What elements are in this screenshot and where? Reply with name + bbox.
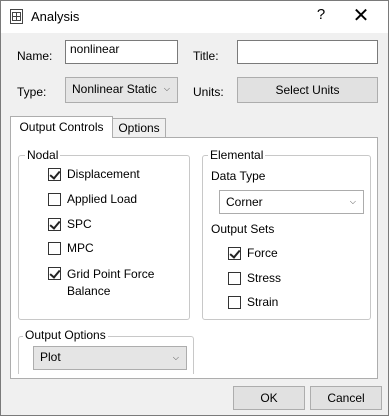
title-label: Title:	[193, 49, 219, 63]
tab-output-controls[interactable]: Output Controls	[10, 116, 113, 138]
chevron-down-icon: ⌵	[163, 84, 170, 93]
ok-button[interactable]: OK	[233, 386, 305, 410]
chevron-down-icon: ⌵	[172, 353, 179, 362]
spc-checkbox[interactable]	[48, 218, 61, 231]
tab-options[interactable]: Options	[112, 118, 166, 138]
cancel-button[interactable]: Cancel	[310, 386, 382, 410]
stress-label: Stress	[247, 271, 282, 285]
window-title: Analysis	[31, 9, 80, 24]
force-checkbox[interactable]	[228, 247, 241, 260]
output-options-value: Plot	[40, 350, 61, 364]
grid-point-force-balance-checkbox[interactable]	[48, 267, 61, 280]
stress-checkbox[interactable]	[228, 272, 241, 285]
mpc-label: MPC	[67, 241, 94, 255]
displacement-checkbox[interactable]	[48, 168, 61, 181]
elemental-legend: Elemental	[208, 148, 266, 162]
strain-label: Strain	[247, 295, 279, 309]
spc-label: SPC	[67, 217, 92, 231]
table-grid-icon	[10, 9, 23, 24]
type-dropdown-value: Nonlinear Static	[72, 82, 157, 96]
title-bar: Analysis ? ✕	[1, 1, 388, 33]
data-type-label: Data Type	[211, 169, 266, 183]
output-options-legend: Output Options	[23, 328, 108, 342]
type-label: Type:	[17, 85, 47, 99]
chevron-down-icon: ⌵	[349, 197, 356, 206]
strain-checkbox[interactable]	[228, 296, 241, 309]
output-controls-panel: Nodal Displacement Applied Load SPC MPC …	[10, 137, 378, 379]
nodal-legend: Nodal	[25, 148, 61, 162]
units-label: Units:	[193, 85, 224, 99]
close-button[interactable]: ✕	[349, 5, 373, 27]
grid-point-force-balance-label: Grid Point Force Balance	[67, 267, 155, 298]
data-type-dropdown[interactable]: Corner ⌵	[219, 190, 364, 214]
force-label: Force	[247, 246, 278, 260]
applied-load-label: Applied Load	[67, 192, 138, 206]
output-sets-label: Output Sets	[211, 222, 275, 236]
name-label: Name:	[17, 49, 53, 63]
analysis-dialog: Analysis ? ✕ Name: nonlinear Title: Type…	[0, 0, 389, 416]
type-dropdown[interactable]: Nonlinear Static ⌵	[65, 77, 178, 103]
displacement-label: Displacement	[67, 167, 140, 181]
mpc-checkbox[interactable]	[48, 242, 61, 255]
output-options-dropdown[interactable]: Plot ⌵	[33, 346, 187, 370]
select-units-button[interactable]: Select Units	[237, 77, 378, 103]
data-type-value: Corner	[226, 195, 263, 209]
help-button[interactable]: ?	[311, 6, 331, 26]
title-field[interactable]	[237, 40, 378, 64]
applied-load-checkbox[interactable]	[48, 193, 61, 206]
name-field[interactable]: nonlinear	[65, 40, 178, 64]
